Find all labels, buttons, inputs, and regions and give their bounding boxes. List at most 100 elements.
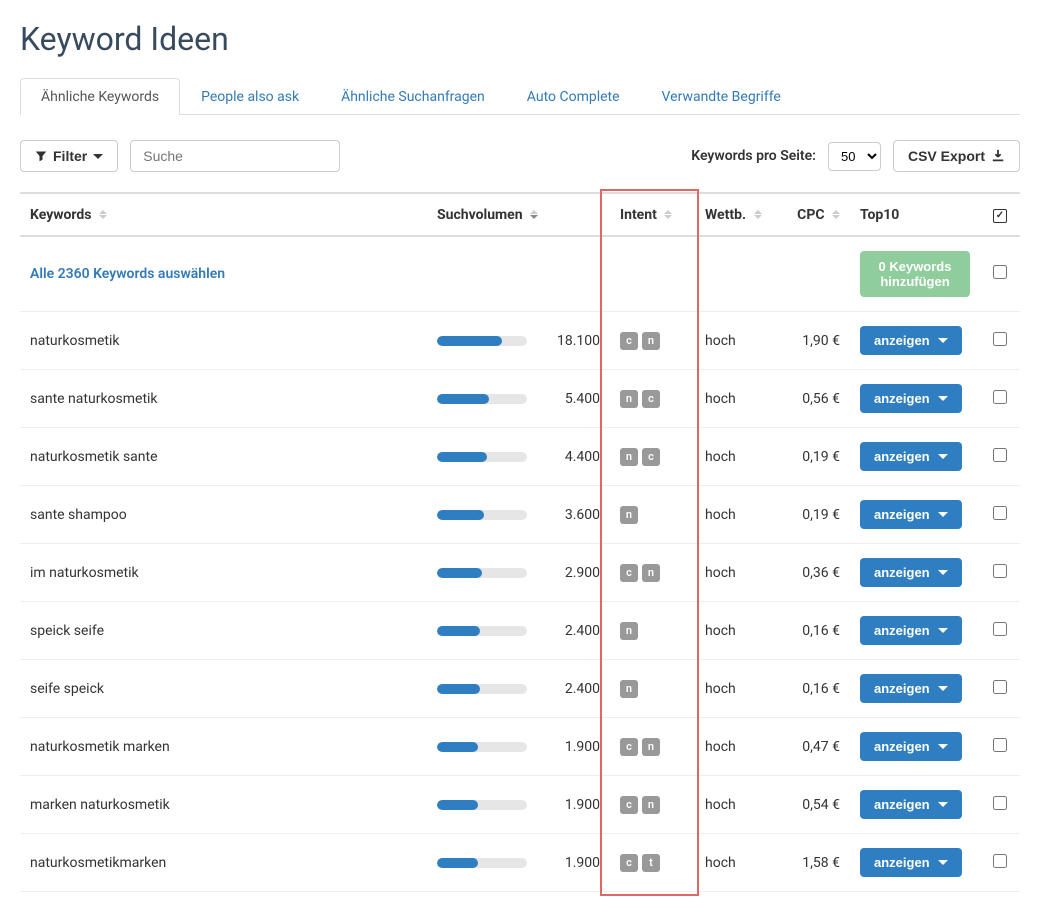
volume-cell: 4.400 — [427, 428, 610, 486]
row-checkbox[interactable] — [993, 332, 1007, 346]
show-top10-button[interactable]: anzeigen — [860, 384, 962, 413]
check-all-icon: ✓ — [993, 209, 1007, 223]
col-check-all[interactable]: ✓ — [980, 193, 1020, 236]
chevron-down-icon — [93, 154, 103, 159]
intent-badge-n: n — [620, 506, 638, 524]
chevron-down-icon — [938, 628, 948, 633]
page-title: Keyword Ideen — [20, 20, 1020, 58]
col-wettb[interactable]: Wettb. — [695, 193, 775, 236]
tab-0[interactable]: Ähnliche Keywords — [20, 78, 180, 115]
show-top10-button[interactable]: anzeigen — [860, 500, 962, 529]
tab-4[interactable]: Verwandte Begriffe — [641, 78, 802, 115]
per-page-label: Keywords pro Seite: — [691, 148, 816, 164]
volume-cell: 2.400 — [427, 660, 610, 718]
download-icon — [991, 149, 1005, 163]
col-keywords[interactable]: Keywords — [20, 193, 427, 236]
volume-cell: 1.900 — [427, 776, 610, 834]
volume-bar — [437, 800, 527, 810]
tab-3[interactable]: Auto Complete — [506, 78, 641, 115]
show-top10-button[interactable]: anzeigen — [860, 558, 962, 587]
tab-2[interactable]: Ähnliche Suchanfragen — [320, 78, 506, 115]
top10-cell: anzeigen — [850, 776, 980, 834]
intent-badge-n: n — [642, 796, 660, 814]
show-top10-button[interactable]: anzeigen — [860, 616, 962, 645]
row-checkbox[interactable] — [993, 738, 1007, 752]
keyword-cell: speick seife — [20, 602, 427, 660]
intent-badge-n: n — [642, 738, 660, 756]
export-label: CSV Export — [908, 148, 985, 164]
row-checkbox[interactable] — [993, 506, 1007, 520]
intent-cell: n — [610, 660, 695, 718]
volume-value: 5.400 — [545, 391, 600, 407]
row-checkbox[interactable] — [993, 680, 1007, 694]
row-checkbox[interactable] — [993, 564, 1007, 578]
volume-bar — [437, 626, 527, 636]
add-keywords-button[interactable]: 0 Keywords hinzufügen — [860, 251, 970, 297]
select-all-checkbox[interactable] — [993, 265, 1007, 279]
volume-bar — [437, 684, 527, 694]
col-volume[interactable]: Suchvolumen — [427, 193, 610, 236]
table-row: naturkosmetik18.100cnhoch1,90 €anzeigen — [20, 312, 1020, 370]
row-checkbox[interactable] — [993, 448, 1007, 462]
row-check-cell — [980, 312, 1020, 370]
volume-cell: 1.900 — [427, 718, 610, 776]
top10-cell: anzeigen — [850, 660, 980, 718]
top10-cell: anzeigen — [850, 602, 980, 660]
intent-badge-c: c — [642, 390, 660, 408]
csv-export-button[interactable]: CSV Export — [893, 140, 1020, 172]
keyword-cell: seife speick — [20, 660, 427, 718]
keyword-cell: naturkosmetik sante — [20, 428, 427, 486]
intent-badge-n: n — [642, 332, 660, 350]
table-row: seife speick2.400nhoch0,16 €anzeigen — [20, 660, 1020, 718]
volume-value: 4.400 — [545, 449, 600, 465]
top10-cell: anzeigen — [850, 834, 980, 892]
intent-badge-c: c — [620, 332, 638, 350]
row-checkbox[interactable] — [993, 854, 1007, 868]
table-row: naturkosmetikmarken1.900cthoch1,58 €anze… — [20, 834, 1020, 892]
show-top10-button[interactable]: anzeigen — [860, 326, 962, 355]
search-input[interactable] — [130, 140, 340, 172]
row-check-cell — [980, 776, 1020, 834]
tab-1[interactable]: People also ask — [180, 78, 320, 115]
row-check-cell — [980, 660, 1020, 718]
row-check-cell — [980, 486, 1020, 544]
select-all-link[interactable]: Alle 2360 Keywords auswählen — [30, 266, 225, 282]
show-top10-button[interactable]: anzeigen — [860, 674, 962, 703]
show-top10-button[interactable]: anzeigen — [860, 848, 962, 877]
wettb-cell: hoch — [695, 776, 775, 834]
intent-badge-c: c — [620, 796, 638, 814]
volume-value: 2.400 — [545, 623, 600, 639]
cpc-cell: 0,54 € — [775, 776, 850, 834]
col-intent[interactable]: Intent — [610, 193, 695, 236]
keyword-cell: naturkosmetik — [20, 312, 427, 370]
volume-value: 1.900 — [545, 739, 600, 755]
show-top10-button[interactable]: anzeigen — [860, 732, 962, 761]
keyword-cell: sante naturkosmetik — [20, 370, 427, 428]
row-checkbox[interactable] — [993, 796, 1007, 810]
chevron-down-icon — [938, 396, 948, 401]
row-checkbox[interactable] — [993, 622, 1007, 636]
table-row: sante naturkosmetik5.400nchoch0,56 €anze… — [20, 370, 1020, 428]
row-checkbox[interactable] — [993, 390, 1007, 404]
volume-cell: 2.400 — [427, 602, 610, 660]
table-row: speick seife2.400nhoch0,16 €anzeigen — [20, 602, 1020, 660]
volume-bar — [437, 742, 527, 752]
volume-value: 1.900 — [545, 797, 600, 813]
top10-cell: anzeigen — [850, 428, 980, 486]
show-top10-button[interactable]: anzeigen — [860, 790, 962, 819]
col-cpc[interactable]: CPC — [775, 193, 850, 236]
wettb-cell: hoch — [695, 834, 775, 892]
per-page-select[interactable]: 50 — [828, 142, 881, 171]
volume-cell: 18.100 — [427, 312, 610, 370]
intent-cell: cn — [610, 544, 695, 602]
intent-badge-n: n — [620, 448, 638, 466]
show-top10-button[interactable]: anzeigen — [860, 442, 962, 471]
volume-bar — [437, 858, 527, 868]
cpc-cell: 0,16 € — [775, 602, 850, 660]
filter-button[interactable]: Filter — [20, 140, 118, 172]
sort-icon — [530, 210, 538, 219]
sort-icon — [664, 210, 672, 219]
sort-icon — [99, 210, 107, 219]
top10-cell: anzeigen — [850, 370, 980, 428]
intent-badge-n: n — [642, 564, 660, 582]
